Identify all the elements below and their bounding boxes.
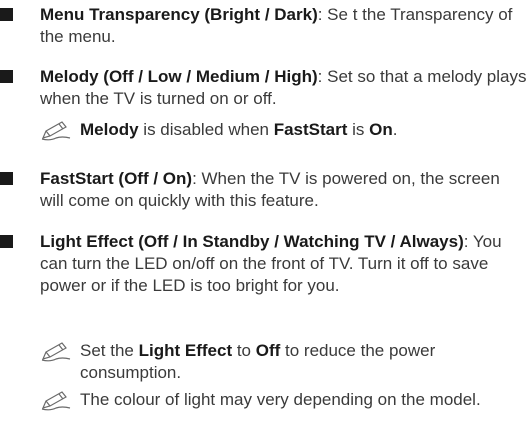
pencil-note-icon <box>41 342 71 362</box>
item-text: Menu Transparency (Bright / Dark): Se t … <box>40 4 528 48</box>
pencil-note-icon <box>41 121 71 141</box>
note-text: The colour of light may very depending o… <box>80 389 528 411</box>
note-part: . <box>392 120 398 139</box>
manual-page: Menu Transparency (Bright / Dark): Se t … <box>0 0 532 442</box>
note-text: Set the Light Effect to Off to reduce th… <box>80 340 528 384</box>
item-term: FastStart (Off / On) <box>40 169 193 188</box>
note-part: Off <box>255 341 281 360</box>
note-part: is <box>347 120 370 139</box>
note-part: to <box>232 341 256 360</box>
square-bullet-icon <box>0 172 13 185</box>
pencil-note-icon <box>41 391 71 411</box>
item-term: Light Effect (Off / In Standby / Watchin… <box>40 232 464 251</box>
note-part: Set the <box>80 341 139 360</box>
item-text: FastStart (Off / On): When the TV is pow… <box>40 168 528 212</box>
note-part: Melody <box>80 120 139 139</box>
item-term: Menu Transparency (Bright / Dark) <box>40 5 318 24</box>
square-bullet-icon <box>0 235 13 248</box>
item-text: Melody (Off / Low / Medium / High): Set … <box>40 66 528 110</box>
item-text: Light Effect (Off / In Standby / Watchin… <box>40 231 528 297</box>
note-part: On <box>369 120 393 139</box>
square-bullet-icon <box>0 8 13 21</box>
note-part: is disabled when <box>138 120 274 139</box>
note-part: The colour of light may very depending o… <box>80 390 481 409</box>
note-part: FastStart <box>273 120 348 139</box>
note-part: Light Effect <box>138 341 233 360</box>
square-bullet-icon <box>0 70 13 83</box>
item-term: Melody (Off / Low / Medium / High) <box>40 67 318 86</box>
note-text: Melody is disabled when FastStart is On. <box>80 119 528 141</box>
